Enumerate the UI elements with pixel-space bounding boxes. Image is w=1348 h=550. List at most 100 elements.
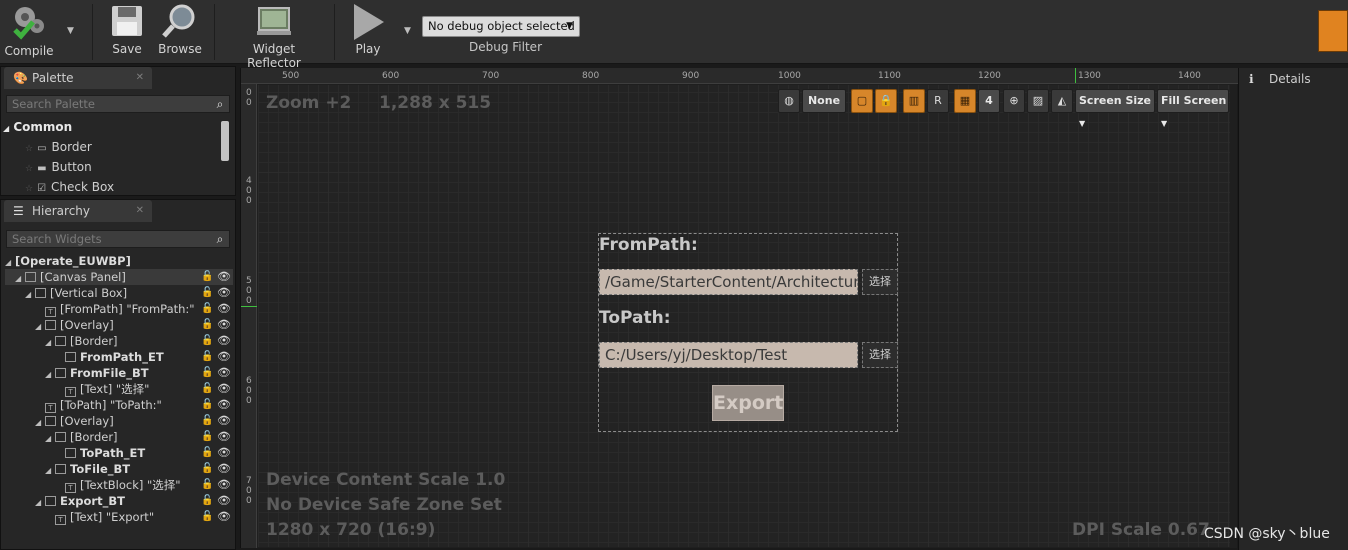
visibility-eye-icon[interactable]: 👁 (217, 333, 231, 349)
close-icon[interactable]: ✕ (136, 67, 144, 89)
background-image-icon[interactable]: ▨ (1027, 89, 1049, 113)
lock-icon[interactable]: 🔓 (201, 349, 213, 365)
hierarchy-root[interactable]: ◢ [Operate_EUWBP] (5, 253, 233, 269)
favorite-star-icon[interactable]: ☆ (25, 184, 33, 194)
lock-icon[interactable]: 🔓 (201, 285, 213, 301)
hierarchy-row-frompath-et[interactable]: FromPath_ET 🔓 👁 (5, 349, 233, 365)
window-mode-icon[interactable] (1318, 10, 1348, 52)
visibility-eye-icon[interactable]: 👁 (217, 285, 231, 301)
hierarchy-row-frompath[interactable]: T [FromPath] "FromPath:" 🔓 👁 (5, 301, 233, 317)
hierarchy-row-textblock[interactable]: T [TextBlock] "选择" 🔓 👁 (5, 477, 233, 493)
tab-palette[interactable]: 🎨 Palette ✕ (4, 67, 152, 89)
grid-snap-value-select[interactable]: 4 (978, 89, 1000, 113)
play-button[interactable]: Play (344, 2, 392, 60)
save-button[interactable]: Save (104, 2, 150, 60)
lock-icon[interactable]: 🔓 (201, 445, 213, 461)
hierarchy-row-canvas-panel[interactable]: ◢ [Canvas Panel] 🔓 👁 (5, 269, 233, 285)
browse-button[interactable]: Browse (156, 2, 204, 60)
visibility-eye-icon[interactable]: 👁 (217, 429, 231, 445)
visibility-eye-icon[interactable]: 👁 (217, 397, 231, 413)
visibility-eye-icon[interactable]: 👁 (217, 269, 231, 285)
ruler-marker (1075, 68, 1076, 83)
palette-search-input[interactable]: Search Palette ⌕ (6, 95, 230, 113)
hierarchy-row-export-bt[interactable]: ◢ Export_BT 🔓 👁 (5, 493, 233, 509)
lock-icon[interactable]: 🔓 (201, 381, 213, 397)
play-options-arrow-icon[interactable]: ▼ (404, 26, 411, 36)
visibility-eye-icon[interactable]: 👁 (217, 461, 231, 477)
lock-icon[interactable]: 🔓 (201, 269, 213, 285)
visibility-eye-icon[interactable]: 👁 (217, 381, 231, 397)
export-button[interactable]: Export (712, 385, 784, 421)
flow-direction-value: None (807, 94, 841, 107)
localization-globe-icon[interactable]: ◍ (778, 89, 800, 113)
debug-object-value: No debug object selected (428, 19, 575, 33)
hierarchy-row-text[interactable]: T [Text] "选择" 🔓 👁 (5, 381, 233, 397)
lock-icon[interactable]: 🔓 (201, 333, 213, 349)
frompath-input[interactable]: /Game/StarterContent/Architecture (599, 269, 858, 295)
visibility-eye-icon[interactable]: 👁 (217, 413, 231, 429)
hierarchy-row-overlay[interactable]: ◢ [Overlay] 🔓 👁 (5, 317, 233, 333)
hierarchy-row-label: [Text] "Export" (70, 510, 155, 524)
visibility-eye-icon[interactable]: 👁 (217, 493, 231, 509)
fromfile-choose-button[interactable]: 选择 (862, 269, 898, 295)
respect-locks-icon[interactable]: ▥ (903, 89, 925, 113)
palette-item-border[interactable]: ☆ ▭ Border (25, 140, 92, 154)
topath-input[interactable]: C:/Users/yj/Desktop/Test (599, 342, 858, 368)
screen-size-select[interactable]: Screen Size ▼ (1075, 89, 1155, 128)
lock-icon[interactable]: 🔓 (201, 477, 213, 493)
palette-category-common[interactable]: ◢ Common (3, 120, 72, 134)
visibility-eye-icon[interactable]: 👁 (217, 317, 231, 333)
outline-toggle-icon[interactable]: ▢ (851, 89, 873, 113)
hierarchy-row-border[interactable]: ◢ [Border] 🔓 👁 (5, 333, 233, 349)
hierarchy-row-tofile-bt[interactable]: ◢ ToFile_BT 🔓 👁 (5, 461, 233, 477)
widget-search-input[interactable]: Search Widgets ⌕ (6, 230, 230, 248)
hierarchy-row-topath[interactable]: T [ToPath] "ToPath:" 🔓 👁 (5, 397, 233, 413)
hierarchy-row-label: Export_BT (60, 494, 125, 508)
visibility-eye-icon[interactable]: 👁 (217, 301, 231, 317)
close-icon[interactable]: ✕ (136, 200, 144, 222)
lock-icon[interactable]: 🔓 (201, 317, 213, 333)
visibility-eye-icon[interactable]: 👁 (217, 477, 231, 493)
hierarchy-row-topath-et[interactable]: ToPath_ET 🔓 👁 (5, 445, 233, 461)
visibility-eye-icon[interactable]: 👁 (217, 349, 231, 365)
visibility-eye-icon[interactable]: 👁 (217, 445, 231, 461)
favorite-star-icon[interactable]: ☆ (25, 164, 33, 174)
visibility-eye-icon[interactable]: 👁 (217, 509, 231, 525)
hierarchy-row-overlay[interactable]: ◢ [Overlay] 🔓 👁 (5, 413, 233, 429)
lock-icon[interactable]: 🔓 (201, 493, 213, 509)
lock-icon[interactable]: 🔓 (201, 365, 213, 381)
lock-icon[interactable]: 🔓 (201, 397, 213, 413)
hierarchy-row-fromfile-bt[interactable]: ◢ FromFile_BT 🔓 👁 (5, 365, 233, 381)
transform-mode-toggle[interactable]: R (927, 89, 949, 113)
lock-icon[interactable]: 🔓 (201, 461, 213, 477)
tab-details[interactable]: ℹ Details (1241, 68, 1345, 90)
hierarchy-row-border[interactable]: ◢ [Border] 🔓 👁 (5, 429, 233, 445)
lock-icon[interactable]: 🔓 (201, 429, 213, 445)
hierarchy-row-vertical-box[interactable]: ◢ [Vertical Box] 🔓 👁 (5, 285, 233, 301)
flip-preview-icon[interactable]: ◭ (1051, 89, 1073, 113)
tab-hierarchy[interactable]: ☰ Hierarchy ✕ (4, 200, 152, 222)
hierarchy-row-text-export[interactable]: T [Text] "Export" 🔓 👁 (5, 509, 233, 525)
palette-item-check-box[interactable]: ☆ ☑ Check Box (25, 180, 114, 194)
widget-preview-vertical-box[interactable]: FromPath: /Game/StarterContent/Architect… (598, 233, 898, 432)
palette-item-button[interactable]: ☆ ▬ Button (25, 160, 92, 174)
lock-icon[interactable]: 🔓 (201, 509, 213, 525)
grid-snap-icon[interactable]: ▦ (954, 89, 976, 113)
tofile-choose-button[interactable]: 选择 (862, 342, 898, 368)
lock-icon[interactable]: 🔓 (201, 413, 213, 429)
browse-magnifier-icon (162, 4, 195, 38)
compile-button[interactable]: Compile (4, 2, 54, 60)
lock-icon[interactable]: 🔓 (201, 301, 213, 317)
palette-scrollbar[interactable] (221, 121, 229, 161)
lock-toggle-icon[interactable]: 🔒 (875, 89, 897, 113)
compile-options-arrow-icon[interactable]: ▼ (67, 26, 74, 36)
vertical-ruler: 0 0 4 0 0 5 0 0 6 0 0 7 0 0 (241, 84, 257, 548)
fill-screen-select[interactable]: Fill Screen ▼ (1157, 89, 1229, 128)
fit-screen-icon[interactable]: ⊕ (1003, 89, 1025, 113)
debug-object-select[interactable]: No debug object selected ▼ (422, 16, 580, 37)
widget-reflector-button[interactable]: Widget Reflector (226, 2, 322, 70)
favorite-star-icon[interactable]: ☆ (25, 144, 33, 154)
visibility-eye-icon[interactable]: 👁 (217, 365, 231, 381)
flow-direction-select[interactable]: None (802, 89, 846, 113)
ruler-tick: 4 0 0 (246, 176, 252, 206)
